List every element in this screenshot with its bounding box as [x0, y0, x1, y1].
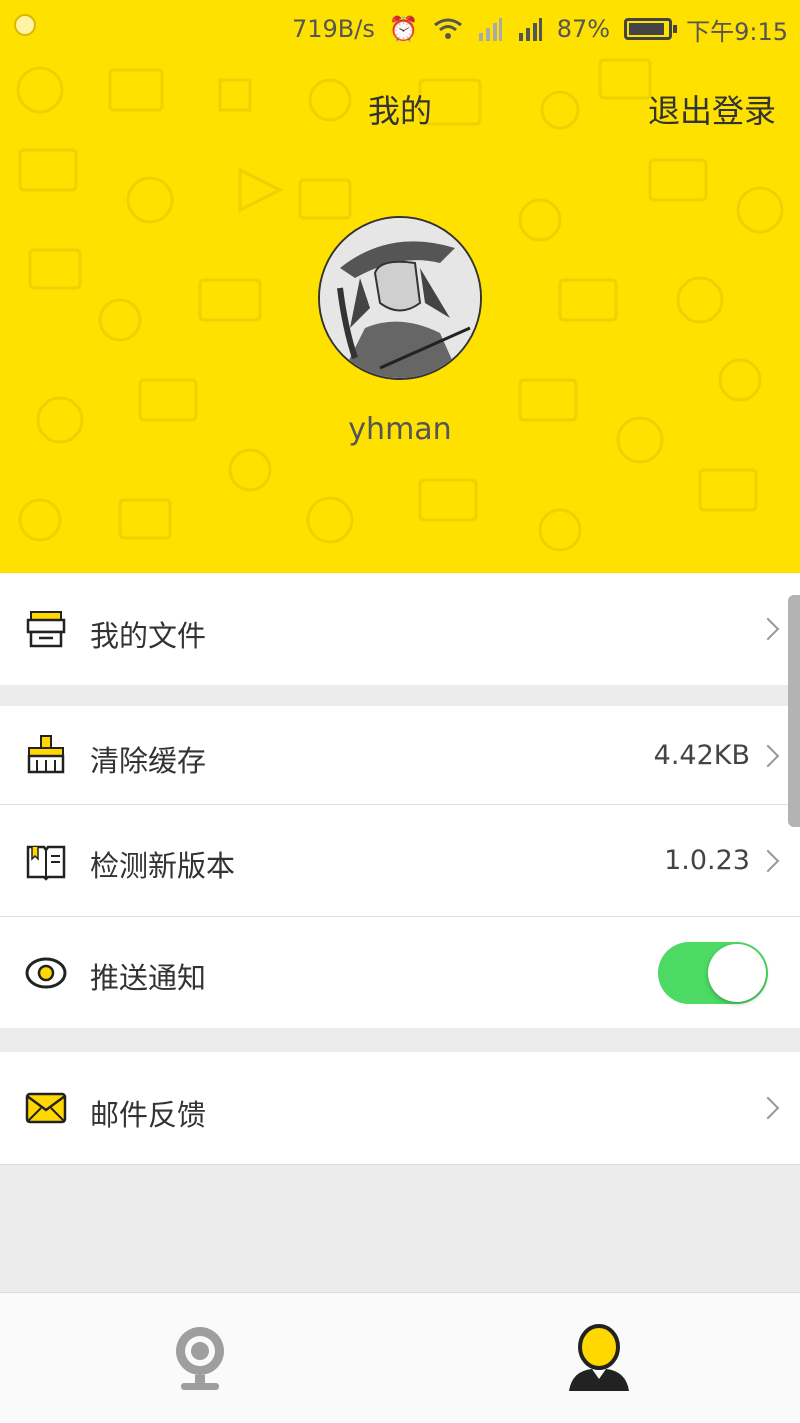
- menu-label-files: 我的文件: [90, 619, 207, 653]
- chevron-right-icon: [756, 744, 780, 768]
- wifi-icon: [433, 18, 462, 39]
- folder-tray-icon: [26, 611, 66, 648]
- menu-label-check-version: 检测新版本: [90, 849, 236, 883]
- username: yhman: [348, 412, 452, 447]
- menu-label-clear-cache: 清除缓存: [90, 744, 207, 778]
- book-icon: [26, 845, 66, 881]
- chevron-right-icon: [756, 1096, 780, 1120]
- app-notification-icon: [14, 14, 36, 36]
- logout-button[interactable]: 退出登录: [648, 86, 776, 132]
- user-icon[interactable]: [564, 1323, 634, 1393]
- signal-icon: [518, 18, 542, 41]
- toggle-knob: [708, 944, 766, 1002]
- nav-bar: 我的 退出登录: [0, 58, 800, 150]
- status-bar: 719B/s ⏰ 87% 下午9:15: [0, 0, 800, 58]
- clock: 下午9:15: [686, 17, 788, 46]
- menu-item-files[interactable]: 我的文件: [0, 573, 800, 685]
- menu-item-check-version[interactable]: 检测新版本 1.0.23: [0, 805, 800, 916]
- avatar[interactable]: [318, 216, 482, 380]
- chevron-right-icon: [756, 617, 780, 641]
- camera-icon[interactable]: [165, 1323, 235, 1393]
- tab-bar: [0, 1292, 800, 1423]
- version-number: 1.0.23: [664, 845, 750, 876]
- menu-item-push-notification: 推送通知: [0, 917, 800, 1028]
- menu-label-push-notification: 推送通知: [90, 961, 207, 995]
- broom-icon: [27, 735, 65, 774]
- menu-item-email-feedback[interactable]: 邮件反馈: [0, 1052, 800, 1164]
- battery-icon: [624, 18, 678, 40]
- push-notification-toggle[interactable]: [658, 942, 768, 1004]
- alarm-icon: ⏰: [388, 15, 419, 43]
- net-speed: 719B/s: [291, 15, 375, 43]
- menu-label-email-feedback: 邮件反馈: [90, 1098, 207, 1132]
- chevron-right-icon: [756, 849, 780, 873]
- battery-percent: 87%: [556, 15, 611, 43]
- menu-item-clear-cache[interactable]: 清除缓存 4.42KB: [0, 706, 800, 804]
- mail-icon: [25, 1092, 67, 1124]
- cache-size: 4.42KB: [653, 740, 750, 771]
- avatar-sketch: [320, 218, 480, 378]
- scrollbar[interactable]: [788, 595, 800, 827]
- divider: [0, 1164, 800, 1165]
- profile-header: 719B/s ⏰ 87% 下午9:15 我的 退出登录 yhman: [0, 0, 800, 573]
- eye-icon: [25, 957, 67, 989]
- signal-icon: [478, 18, 502, 41]
